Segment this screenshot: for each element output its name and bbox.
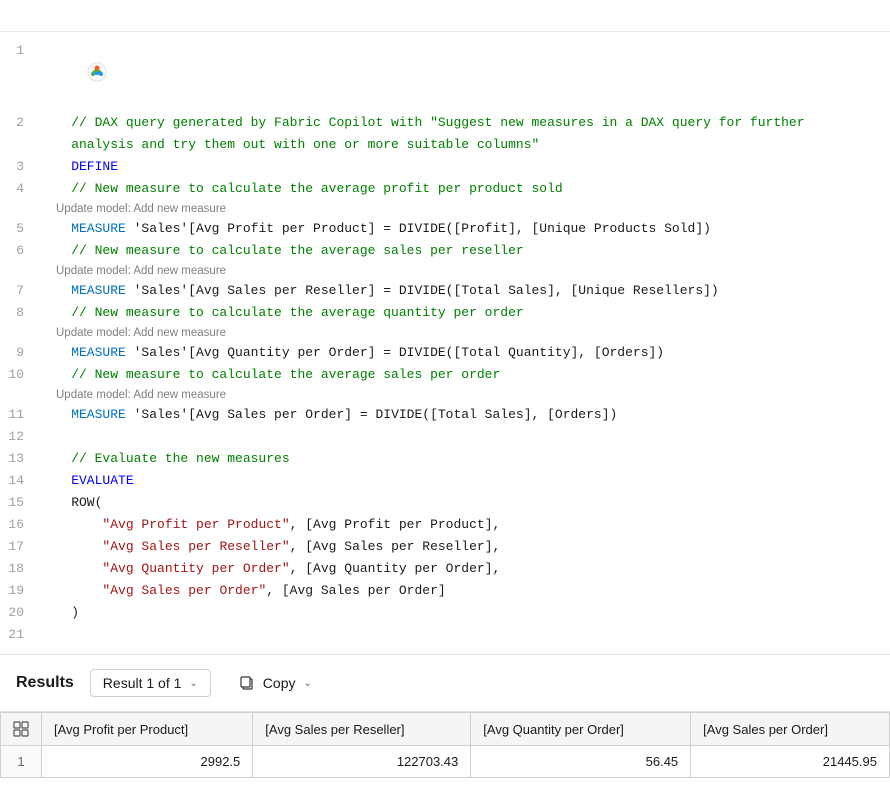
line-num-2: 2 xyxy=(0,112,40,134)
subline-4: Update model: Add new measure xyxy=(0,200,890,218)
line-content-10: // New measure to calculate the average … xyxy=(40,364,890,386)
line-num-15: 15 xyxy=(0,492,40,514)
col-header-2: [Avg Sales per Reseller] xyxy=(253,713,471,746)
code-line-8: 8 // New measure to calculate the averag… xyxy=(0,302,890,324)
line-content-13: // Evaluate the new measures xyxy=(40,448,890,470)
col-header-4: [Avg Sales per Order] xyxy=(691,713,890,746)
line-num-21: 21 xyxy=(0,624,40,646)
line-num-19: 19 xyxy=(0,580,40,602)
results-label: Results xyxy=(16,674,74,692)
copy-button[interactable]: Copy ⌄ xyxy=(227,670,324,696)
subline-8: Update model: Add new measure xyxy=(0,324,890,342)
table-header-row: [Avg Profit per Product] [Avg Sales per … xyxy=(1,713,890,746)
line-num-13: 13 xyxy=(0,448,40,470)
subline-6: Update model: Add new measure xyxy=(0,262,890,280)
line-content-11: MEASURE 'Sales'[Avg Sales per Order] = D… xyxy=(40,404,890,426)
code-line-10: 10 // New measure to calculate the avera… xyxy=(0,364,890,386)
code-line-20: 20 ) xyxy=(0,602,890,624)
line-content-17: "Avg Sales per Reseller", [Avg Sales per… xyxy=(40,536,890,558)
code-line-6: 6 // New measure to calculate the averag… xyxy=(0,240,890,262)
table-row: 1 2992.5 122703.43 56.45 21445.95 xyxy=(1,746,890,778)
line-content-20: ) xyxy=(40,602,890,624)
code-line-3: 3 DEFINE xyxy=(0,156,890,178)
avg-quantity-cell: 56.45 xyxy=(471,746,691,778)
code-line-7: 7 MEASURE 'Sales'[Avg Sales per Reseller… xyxy=(0,280,890,302)
line-num-7: 7 xyxy=(0,280,40,302)
line-content-16: "Avg Profit per Product", [Avg Profit pe… xyxy=(40,514,890,536)
code-line-4: 4 // New measure to calculate the averag… xyxy=(0,178,890,200)
line-num-16: 16 xyxy=(0,514,40,536)
line-content-2b: analysis and try them out with one or mo… xyxy=(40,134,890,156)
line-content-19: "Avg Sales per Order", [Avg Sales per Or… xyxy=(40,580,890,602)
avg-sales-order-cell: 21445.95 xyxy=(691,746,890,778)
line-content-7: MEASURE 'Sales'[Avg Sales per Reseller] … xyxy=(40,280,890,302)
grid-icon-header xyxy=(1,713,42,746)
avg-profit-cell: 2992.5 xyxy=(42,746,253,778)
code-line-12: 12 xyxy=(0,426,890,448)
line-num-18: 18 xyxy=(0,558,40,580)
code-line-13: 13 // Evaluate the new measures xyxy=(0,448,890,470)
results-table: [Avg Profit per Product] [Avg Sales per … xyxy=(0,712,890,778)
code-line-2: 2 // DAX query generated by Fabric Copil… xyxy=(0,112,890,134)
code-line-14: 14 EVALUATE xyxy=(0,470,890,492)
line-num-9: 9 xyxy=(0,342,40,364)
code-line-2b: analysis and try them out with one or mo… xyxy=(0,134,890,156)
line-num-4: 4 xyxy=(0,178,40,200)
code-line-9: 9 MEASURE 'Sales'[Avg Quantity per Order… xyxy=(0,342,890,364)
results-header: Results Result 1 of 1 ⌄ Copy ⌄ xyxy=(0,655,890,712)
line-content-8: // New measure to calculate the average … xyxy=(40,302,890,324)
grid-icon xyxy=(13,721,29,737)
line-content-3: DEFINE xyxy=(40,156,890,178)
code-line-15: 15 ROW( xyxy=(0,492,890,514)
col-header-3: [Avg Quantity per Order] xyxy=(471,713,691,746)
line-num-3: 3 xyxy=(0,156,40,178)
line-content-1 xyxy=(40,40,890,112)
code-line-19: 19 "Avg Sales per Order", [Avg Sales per… xyxy=(0,580,890,602)
line-num-5: 5 xyxy=(0,218,40,240)
copy-icon xyxy=(239,675,255,691)
line-content-9: MEASURE 'Sales'[Avg Quantity per Order] … xyxy=(40,342,890,364)
result-dropdown-button[interactable]: Result 1 of 1 ⌄ xyxy=(90,669,211,697)
code-line-18: 18 "Avg Quantity per Order", [Avg Quanti… xyxy=(0,558,890,580)
line-num-10: 10 xyxy=(0,364,40,386)
line-num-20: 20 xyxy=(0,602,40,624)
line-num-14: 14 xyxy=(0,470,40,492)
line-content-6: // New measure to calculate the average … xyxy=(40,240,890,262)
line-content-21 xyxy=(40,624,890,646)
code-line-21: 21 xyxy=(0,624,890,646)
line-content-4: // New measure to calculate the average … xyxy=(40,178,890,200)
line-content-12 xyxy=(40,426,890,448)
code-line-11: 11 MEASURE 'Sales'[Avg Sales per Order] … xyxy=(0,404,890,426)
line-content-5: MEASURE 'Sales'[Avg Profit per Product] … xyxy=(40,218,890,240)
line-num-8: 8 xyxy=(0,302,40,324)
avg-sales-reseller-cell: 122703.43 xyxy=(253,746,471,778)
line-content-2: // DAX query generated by Fabric Copilot… xyxy=(40,112,890,134)
copy-chevron-icon: ⌄ xyxy=(303,678,311,689)
code-line-17: 17 "Avg Sales per Reseller", [Avg Sales … xyxy=(0,536,890,558)
line-content-18: "Avg Quantity per Order", [Avg Quantity … xyxy=(40,558,890,580)
code-line-1: 1 xyxy=(0,40,890,112)
line-content-15: ROW( xyxy=(40,492,890,514)
line-num-17: 17 xyxy=(0,536,40,558)
col-header-1: [Avg Profit per Product] xyxy=(42,713,253,746)
line-content-14: EVALUATE xyxy=(40,470,890,492)
line-num-12: 12 xyxy=(0,426,40,448)
chevron-down-icon: ⌄ xyxy=(189,678,197,689)
copy-label: Copy xyxy=(263,675,296,691)
subline-10: Update model: Add new measure xyxy=(0,386,890,404)
row-number-cell: 1 xyxy=(1,746,42,778)
top-bar xyxy=(0,0,890,32)
line-num-6: 6 xyxy=(0,240,40,262)
result-of-text: Result 1 of 1 xyxy=(103,675,182,691)
line-num-11: 11 xyxy=(0,404,40,426)
code-line-5: 5 MEASURE 'Sales'[Avg Profit per Product… xyxy=(0,218,890,240)
line-num-1: 1 xyxy=(0,40,40,62)
code-area: 1 2 // DAX query generated by Fabric Cop… xyxy=(0,32,890,655)
results-section: Results Result 1 of 1 ⌄ Copy ⌄ xyxy=(0,655,890,778)
code-line-16: 16 "Avg Profit per Product", [Avg Profit… xyxy=(0,514,890,536)
